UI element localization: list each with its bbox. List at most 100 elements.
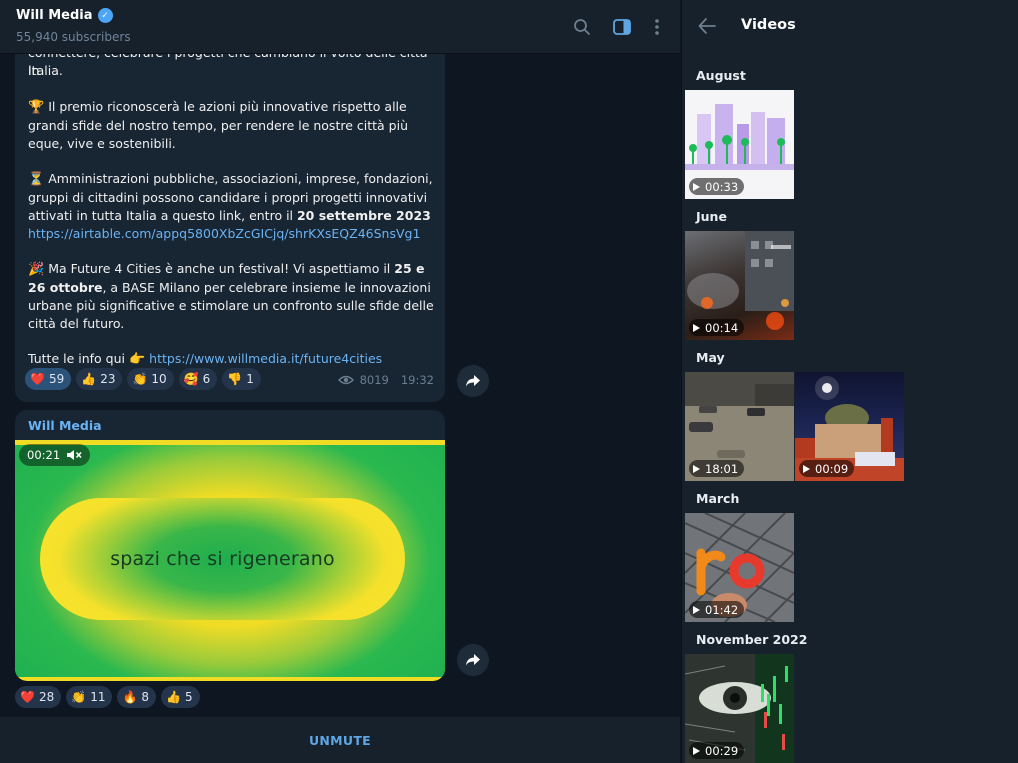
- willmedia-link[interactable]: https://www.willmedia.it/future4cities: [149, 351, 382, 366]
- paragraph-text: Il premio riconoscerà le azioni più inno…: [28, 99, 408, 151]
- reaction-count: 8: [141, 690, 150, 704]
- thumbs-up-icon: 👍: [166, 690, 182, 704]
- play-icon: [693, 605, 700, 614]
- clapping-hands-icon: 👏: [132, 372, 148, 386]
- play-icon: [693, 323, 700, 332]
- play-icon: [693, 464, 700, 473]
- reaction-smiling-hearts[interactable]: 🥰 6: [178, 368, 218, 390]
- muted-speaker-icon: [67, 450, 82, 460]
- view-count: 8019: [359, 373, 389, 387]
- reaction-thumbs-down[interactable]: 👎 1: [222, 368, 261, 390]
- deadline-date: 20 settembre 2023: [296, 208, 431, 223]
- message-paragraph-award: 🏆 Il premio riconoscerà le azioni più inn…: [28, 98, 436, 153]
- message-bubble[interactable]: connettere, celebrare i progetti che cam…: [15, 54, 445, 402]
- channel-name[interactable]: Will Media: [16, 8, 93, 23]
- video-player[interactable]: spazi che si rigenerano 00:21: [15, 440, 445, 681]
- video-thumbnail[interactable]: 00:14: [685, 231, 794, 340]
- paragraph-text: Ma Future 4 Cities è anche un festival! …: [48, 261, 395, 276]
- trophy-icon: 🏆: [28, 100, 45, 115]
- airtable-link[interactable]: https://airtable.com/appq5800XbZcGICjq/s…: [28, 226, 420, 241]
- more-vertical-icon[interactable]: [644, 14, 670, 40]
- chat-header: Will Media ✓ 55,940 subscribers: [0, 0, 680, 54]
- video-thumbnail[interactable]: 18:01: [685, 372, 794, 481]
- paragraph-text: Tutte le info qui: [28, 351, 129, 366]
- play-icon: [693, 182, 700, 191]
- thumbs-up-icon: 👍: [81, 372, 97, 386]
- video-duration: 00:09: [799, 460, 855, 477]
- message-list[interactable]: connettere, celebrare i progetti che cam…: [0, 54, 680, 717]
- smiling-hearts-icon: 🥰: [183, 372, 199, 386]
- video-thumbnail[interactable]: 00:33: [685, 90, 794, 199]
- reaction-bar: ❤️ 59 👍 23 👏 10 🥰 6 👎 1: [25, 368, 261, 390]
- message-sender[interactable]: Will Media: [28, 418, 102, 433]
- bottom-bar: UNMUTE: [0, 717, 680, 763]
- forward-button[interactable]: [457, 365, 489, 397]
- reaction-count: 10: [151, 372, 167, 386]
- video-thumbnail[interactable]: 01:42: [685, 513, 794, 622]
- reaction-heart[interactable]: ❤️ 28: [15, 686, 62, 708]
- reaction-thumbs-up[interactable]: 👍 5: [161, 686, 200, 708]
- video-duration: 18:01: [689, 460, 745, 477]
- forward-arrow-icon: [466, 654, 480, 666]
- month-heading: June: [696, 209, 727, 224]
- month-heading: August: [696, 68, 746, 83]
- back-arrow-icon[interactable]: [697, 16, 721, 38]
- month-heading: March: [696, 491, 740, 506]
- duration-text: 00:33: [705, 179, 739, 194]
- video-duration: 01:42: [689, 601, 745, 618]
- pointing-hand-icon: 👉: [128, 352, 146, 367]
- duration-text: 00:29: [705, 743, 739, 758]
- message-paragraph-apply: ⏳ Amministrazioni pubbliche, associazioni…: [28, 170, 436, 243]
- clapping-hands-icon: 👏: [71, 690, 87, 704]
- search-icon[interactable]: [569, 14, 595, 40]
- fire-icon: 🔥: [122, 690, 138, 704]
- unmute-button[interactable]: UNMUTE: [309, 733, 371, 748]
- heart-icon: ❤️: [20, 690, 35, 704]
- video-title-shape: spazi che si rigenerano: [40, 498, 405, 620]
- video-duration: 00:14: [689, 319, 745, 336]
- video-message-bubble[interactable]: Will Media spazi che si rigenerano 00:21: [15, 410, 445, 681]
- forward-button-2[interactable]: [457, 644, 489, 676]
- month-heading: November 2022: [696, 632, 808, 647]
- reaction-clap[interactable]: 👏 11: [66, 686, 113, 708]
- reaction-heart[interactable]: ❤️ 59: [25, 368, 72, 390]
- eye-icon: [337, 375, 354, 385]
- duration-text: 00:14: [705, 320, 739, 335]
- message-time: 19:32: [400, 373, 434, 387]
- sidebar-toggle-icon[interactable]: [609, 14, 635, 40]
- duration-text: 18:01: [705, 461, 739, 476]
- reaction-fire[interactable]: 🔥 8: [117, 686, 157, 708]
- party-popper-icon: 🎉: [28, 262, 45, 277]
- video-duration: 00:33: [689, 178, 745, 195]
- video-duration: 00:29: [689, 742, 745, 759]
- play-icon: [803, 464, 810, 473]
- hourglass-icon: ⏳: [28, 172, 45, 187]
- video-caption: spazi che si rigenerano: [110, 548, 335, 570]
- message-paragraph-info: Tutte le info qui 👉 https://www.willmedia…: [28, 350, 436, 369]
- reaction-count: 23: [100, 372, 116, 386]
- video-time: 00:21: [27, 448, 61, 462]
- reaction-count: 11: [90, 690, 106, 704]
- message-text-line: Italia.: [28, 63, 63, 78]
- play-icon: [693, 746, 700, 755]
- message-paragraph-festival: 🎉 Ma Future 4 Cities è anche un festival!…: [28, 260, 436, 333]
- reaction-count: 59: [48, 372, 65, 386]
- forward-arrow-icon: [466, 375, 480, 387]
- panel-title: Videos: [741, 17, 796, 33]
- duration-text: 00:09: [815, 461, 849, 476]
- panel-header: Videos: [682, 0, 1018, 54]
- video-thumbnail[interactable]: 00:09: [795, 372, 904, 481]
- reaction-clap[interactable]: 👏 10: [127, 368, 174, 390]
- reaction-thumbs-up[interactable]: 👍 23: [76, 368, 123, 390]
- channel-title[interactable]: Will Media ✓: [16, 8, 113, 23]
- heart-icon: ❤️: [30, 372, 45, 386]
- subscriber-count: 55,940 subscribers: [16, 30, 131, 44]
- month-heading: May: [696, 350, 725, 365]
- reaction-count: 28: [38, 690, 55, 704]
- reaction-count: 5: [185, 690, 193, 704]
- thumbs-down-icon: 👎: [227, 372, 243, 386]
- video-thumbnail[interactable]: 00:29: [685, 654, 794, 763]
- media-panel: Videos August 00:33 June 00:14 May 18:01…: [681, 0, 1018, 763]
- verified-badge-icon: ✓: [97, 8, 113, 23]
- video-time-badge[interactable]: 00:21: [19, 444, 91, 466]
